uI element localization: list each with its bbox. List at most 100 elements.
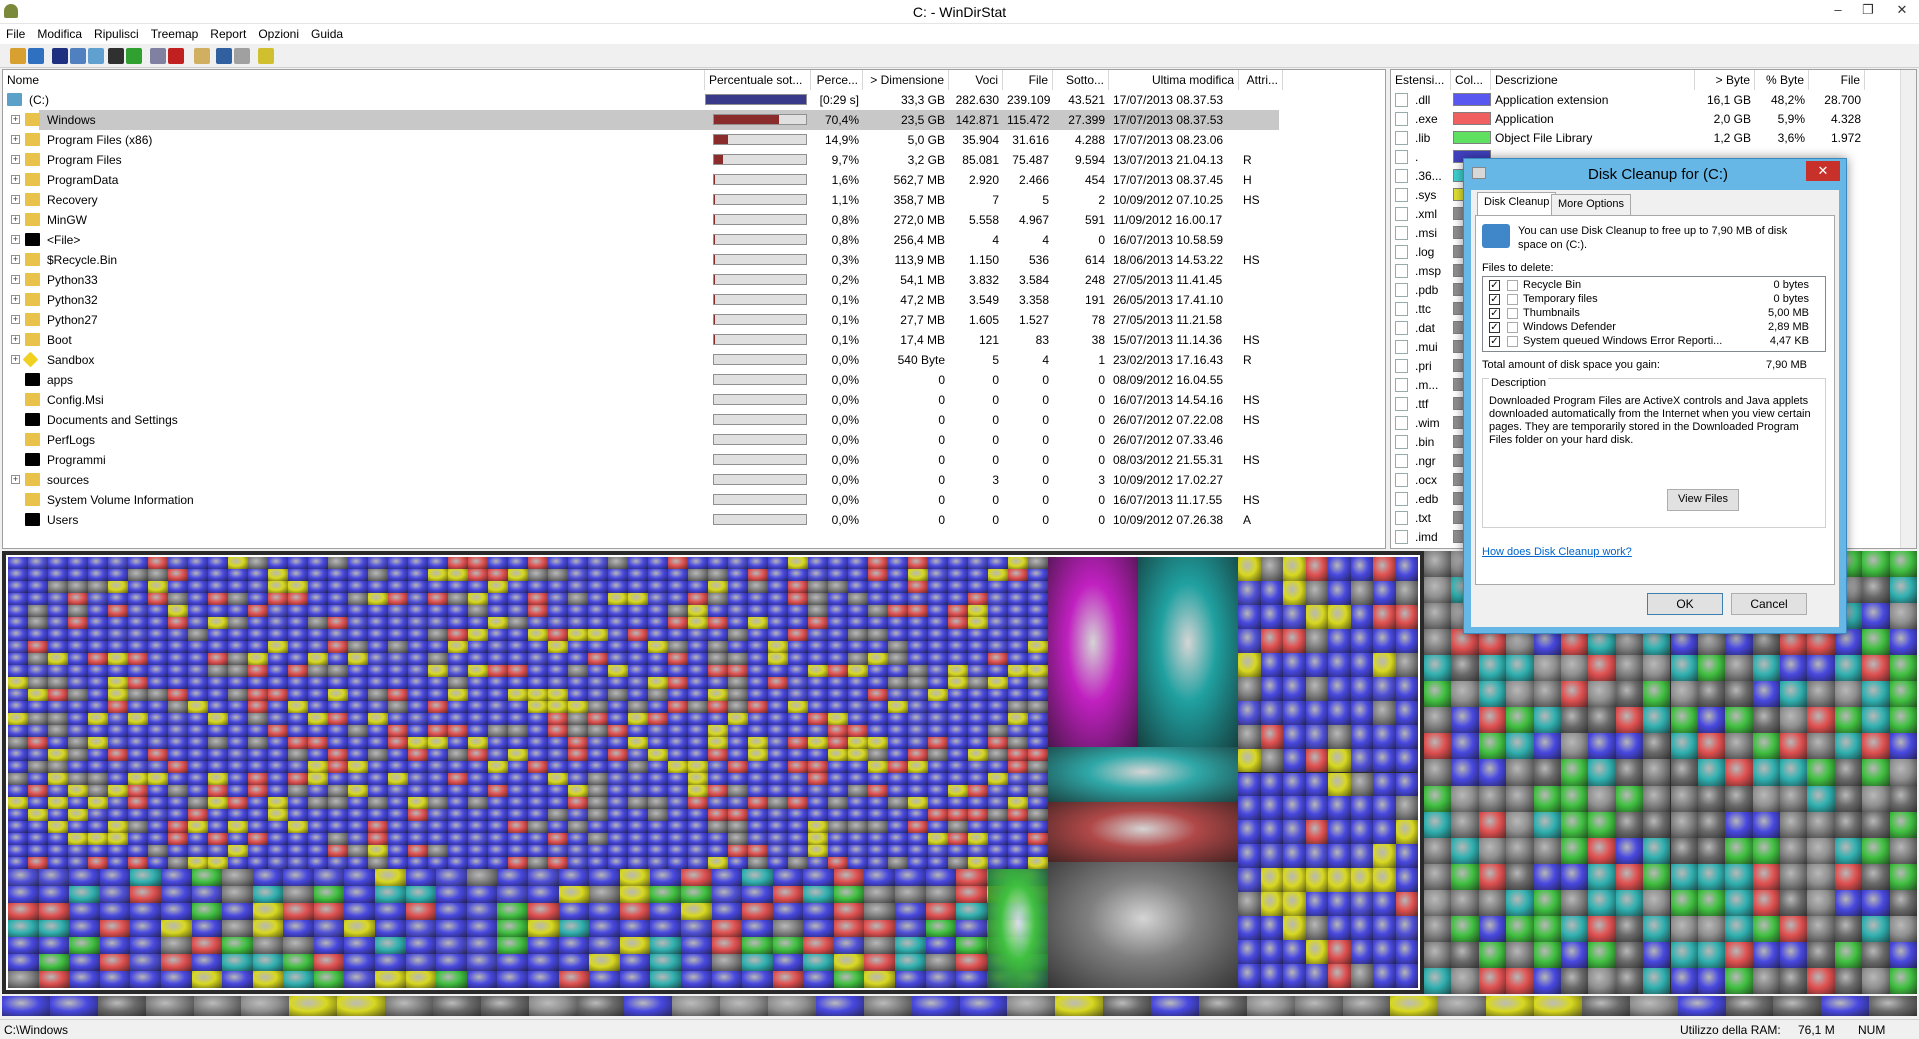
treemap-cell[interactable] bbox=[1028, 785, 1048, 797]
treemap-cell[interactable] bbox=[1807, 785, 1835, 812]
treemap-cell[interactable] bbox=[288, 809, 308, 821]
treemap-cell[interactable] bbox=[1238, 700, 1261, 725]
treemap-cell[interactable] bbox=[588, 701, 608, 713]
treemap-cell[interactable] bbox=[248, 857, 268, 869]
treemap-cell[interactable] bbox=[99, 903, 131, 920]
treemap-cell[interactable] bbox=[808, 653, 828, 665]
treemap-cell[interactable] bbox=[788, 581, 808, 593]
treemap-cell[interactable] bbox=[508, 677, 528, 689]
treemap-cell[interactable] bbox=[288, 701, 308, 713]
treemap-cell[interactable] bbox=[488, 845, 508, 857]
treemap-cell[interactable] bbox=[948, 821, 968, 833]
treemap-cell[interactable] bbox=[48, 689, 68, 701]
treemap-cell[interactable] bbox=[128, 845, 148, 857]
treemap-cell[interactable] bbox=[208, 581, 228, 593]
treemap-cell[interactable] bbox=[308, 569, 328, 581]
treemap-cell[interactable] bbox=[988, 713, 1008, 725]
treemap-cell[interactable] bbox=[188, 761, 208, 773]
treemap-cell[interactable] bbox=[208, 821, 228, 833]
treemap-cell[interactable] bbox=[8, 689, 28, 701]
treemap-cell[interactable] bbox=[788, 749, 808, 761]
treemap-cell[interactable] bbox=[748, 677, 768, 689]
treemap-cell[interactable] bbox=[68, 581, 88, 593]
treemap-cell[interactable] bbox=[38, 971, 70, 988]
treemap-cell[interactable] bbox=[28, 713, 48, 725]
treemap-cell[interactable] bbox=[1560, 915, 1589, 942]
treemap-cell[interactable] bbox=[908, 785, 928, 797]
treemap-cell[interactable] bbox=[1560, 759, 1589, 786]
ext-header-3[interactable]: > Byte bbox=[1695, 70, 1755, 90]
treemap-cell[interactable] bbox=[368, 713, 388, 725]
treemap-cell[interactable] bbox=[344, 971, 376, 988]
treemap-cell[interactable] bbox=[428, 701, 448, 713]
treemap-cell[interactable] bbox=[528, 617, 548, 629]
treemap-cell[interactable] bbox=[668, 761, 688, 773]
treemap-cell[interactable] bbox=[328, 665, 348, 677]
treemap-cell[interactable] bbox=[628, 653, 648, 665]
treemap-cell[interactable] bbox=[308, 725, 328, 737]
treemap-cell[interactable] bbox=[188, 569, 208, 581]
ext-header-2[interactable]: Descrizione bbox=[1491, 70, 1695, 90]
treemap-cell[interactable] bbox=[908, 605, 928, 617]
treemap-cell[interactable] bbox=[948, 581, 968, 593]
treemap-cell[interactable] bbox=[688, 629, 708, 641]
menu-treemap[interactable]: Treemap bbox=[145, 24, 205, 44]
treemap-cell[interactable] bbox=[1373, 652, 1396, 677]
treemap-cell[interactable] bbox=[8, 677, 28, 689]
treemap-cell[interactable] bbox=[968, 665, 988, 677]
treemap-cell[interactable] bbox=[168, 677, 188, 689]
treemap-cell[interactable] bbox=[388, 737, 408, 749]
treemap-cell[interactable] bbox=[28, 605, 48, 617]
treemap-cell[interactable] bbox=[828, 785, 848, 797]
treemap-cell[interactable] bbox=[248, 785, 268, 797]
treemap-cell[interactable] bbox=[1643, 915, 1671, 942]
treemap-cell[interactable] bbox=[808, 569, 828, 581]
treemap-cell[interactable] bbox=[1780, 733, 1808, 760]
treemap-cell[interactable] bbox=[108, 641, 128, 653]
treemap-cell[interactable] bbox=[1008, 557, 1028, 569]
tree-row[interactable]: + $Recycle.Bin 0,3% 113,9 MB 1.150 536 614 18/0… bbox=[3, 250, 1283, 270]
treemap-cell[interactable] bbox=[288, 689, 308, 701]
treemap-cell[interactable] bbox=[848, 605, 868, 617]
treemap-cell[interactable] bbox=[148, 617, 168, 629]
treemap-cell[interactable] bbox=[768, 725, 788, 737]
cleanup-checkbox[interactable]: ✓ bbox=[1489, 308, 1500, 319]
treemap-cell[interactable] bbox=[252, 971, 284, 988]
treemap-cell[interactable] bbox=[168, 593, 188, 605]
treemap-cell[interactable] bbox=[548, 809, 568, 821]
treemap-cell[interactable] bbox=[448, 821, 468, 833]
treemap-cell[interactable] bbox=[988, 785, 1008, 797]
extension-row[interactable]: .dll Application extension 16,1 GB 48,2% 28.… bbox=[1391, 90, 1901, 110]
treemap-cell[interactable] bbox=[208, 605, 228, 617]
treemap-cell[interactable] bbox=[668, 677, 688, 689]
treemap-cell[interactable] bbox=[788, 557, 808, 569]
treemap-cell[interactable] bbox=[1889, 785, 1917, 812]
treemap-cell[interactable] bbox=[99, 954, 131, 971]
treemap-cell[interactable] bbox=[1008, 641, 1028, 653]
treemap-cell[interactable] bbox=[508, 713, 528, 725]
treemap-cell[interactable] bbox=[828, 797, 848, 809]
treemap-cell[interactable] bbox=[348, 761, 368, 773]
treemap-cell[interactable] bbox=[328, 737, 348, 749]
treemap-cell[interactable] bbox=[1780, 655, 1808, 682]
treemap-cell[interactable] bbox=[828, 593, 848, 605]
treemap-cell[interactable] bbox=[308, 713, 328, 725]
treemap-cell[interactable] bbox=[568, 665, 588, 677]
treemap-cell[interactable] bbox=[925, 954, 957, 971]
treemap-cell[interactable] bbox=[608, 617, 628, 629]
treemap-cell[interactable] bbox=[864, 886, 896, 903]
treemap-cell[interactable] bbox=[1486, 996, 1534, 1016]
treemap-cell[interactable] bbox=[968, 773, 988, 785]
treemap-cell[interactable] bbox=[808, 833, 828, 845]
treemap-cell[interactable] bbox=[908, 665, 928, 677]
treemap-cell[interactable] bbox=[497, 937, 528, 954]
treemap-cell[interactable] bbox=[988, 605, 1008, 617]
treemap-cell[interactable] bbox=[248, 641, 268, 653]
treemap-cell[interactable] bbox=[1424, 967, 1452, 994]
treemap-cell[interactable] bbox=[68, 857, 88, 869]
treemap-cell[interactable] bbox=[448, 809, 468, 821]
treemap-cell[interactable] bbox=[908, 641, 928, 653]
cleanup-item[interactable]: ✓ Thumbnails 5,00 MB bbox=[1483, 307, 1813, 321]
treemap-cell[interactable] bbox=[828, 677, 848, 689]
treemap-cell[interactable] bbox=[768, 653, 788, 665]
